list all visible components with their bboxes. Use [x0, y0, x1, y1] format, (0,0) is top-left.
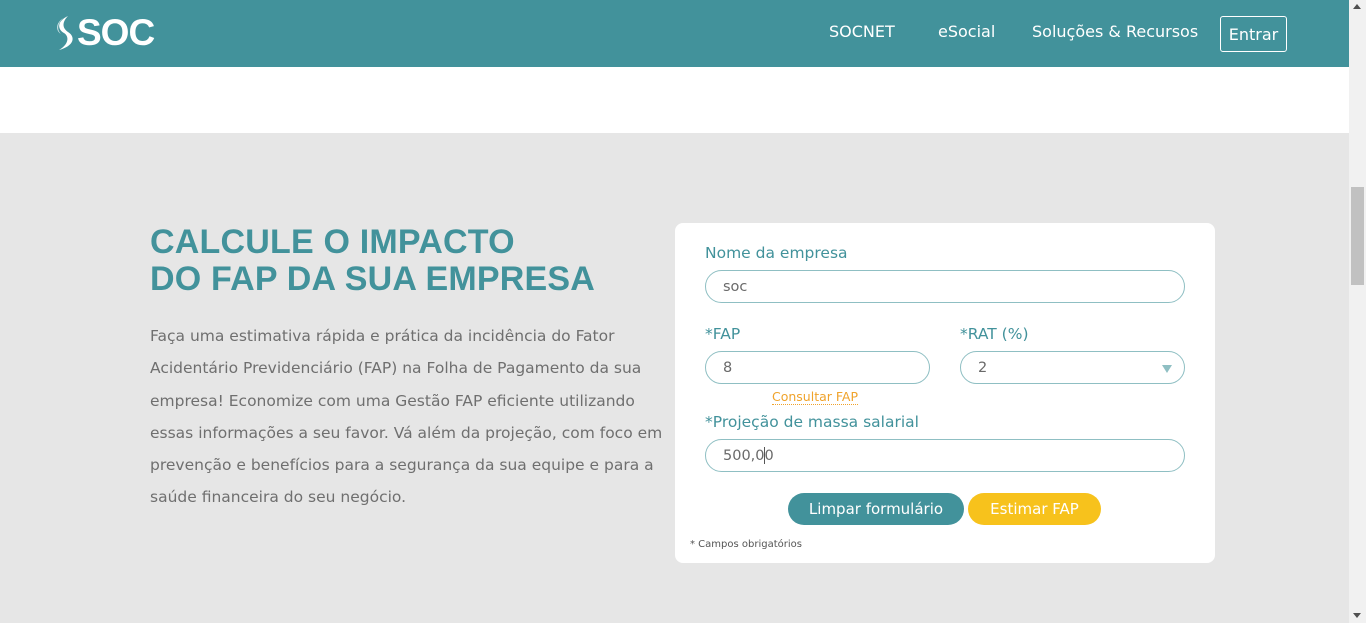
company-name-value: soc — [723, 278, 748, 295]
top-navbar: SOC SOCNET eSocial Soluções & Recursos E… — [0, 0, 1349, 67]
rat-value: 2 — [978, 359, 988, 376]
nav-link-socnet[interactable]: SOCNET — [829, 22, 895, 41]
fap-value: 8 — [723, 359, 733, 376]
soc-swirl-icon — [57, 16, 73, 50]
scroll-up-arrow-icon[interactable] — [1353, 4, 1361, 9]
hero-description: Faça uma estimativa rápida e prática da … — [150, 327, 663, 507]
scroll-thumb[interactable] — [1351, 187, 1364, 285]
nav-link-solucoes-recursos[interactable]: Soluções & Recursos — [1032, 22, 1198, 41]
title-line-2: DO FAP DA SUA EMPRESA — [150, 260, 596, 298]
payroll-projection-label: *Projeção de massa salarial — [705, 413, 919, 431]
consultar-fap-link[interactable]: Consultar FAP — [772, 389, 859, 405]
company-name-label: Nome da empresa — [705, 244, 848, 262]
payroll-projection-input[interactable]: 500,0 0 — [705, 439, 1185, 472]
fap-label: *FAP — [705, 325, 741, 343]
login-button[interactable]: Entrar — [1220, 16, 1287, 52]
payroll-value-part-2: 0 — [764, 447, 774, 464]
page-scrollbar[interactable] — [1349, 0, 1366, 623]
dropdown-arrow-icon — [1162, 365, 1172, 373]
soc-logo[interactable]: SOC — [54, 12, 155, 53]
required-fields-note: * Campos obrigatórios — [690, 539, 802, 550]
logo-text: SOC — [77, 12, 155, 53]
scroll-down-arrow-icon[interactable] — [1353, 613, 1361, 618]
clear-form-button[interactable]: Limpar formulário — [788, 493, 964, 525]
white-band — [0, 67, 1349, 133]
title-line-1: CALCULE O IMPACTO — [150, 223, 515, 261]
payroll-value-part-1: 500,0 — [723, 447, 765, 464]
rat-label: *RAT (%) — [960, 325, 1029, 343]
rat-select[interactable]: 2 — [960, 351, 1185, 384]
page-title: CALCULE O IMPACTO DO FAP DA SUA EMPRESA — [150, 224, 595, 298]
company-name-input[interactable]: soc — [705, 270, 1185, 303]
nav-link-esocial[interactable]: eSocial — [938, 22, 995, 41]
fap-input[interactable]: 8 — [705, 351, 930, 384]
estimate-fap-button[interactable]: Estimar FAP — [968, 493, 1101, 525]
